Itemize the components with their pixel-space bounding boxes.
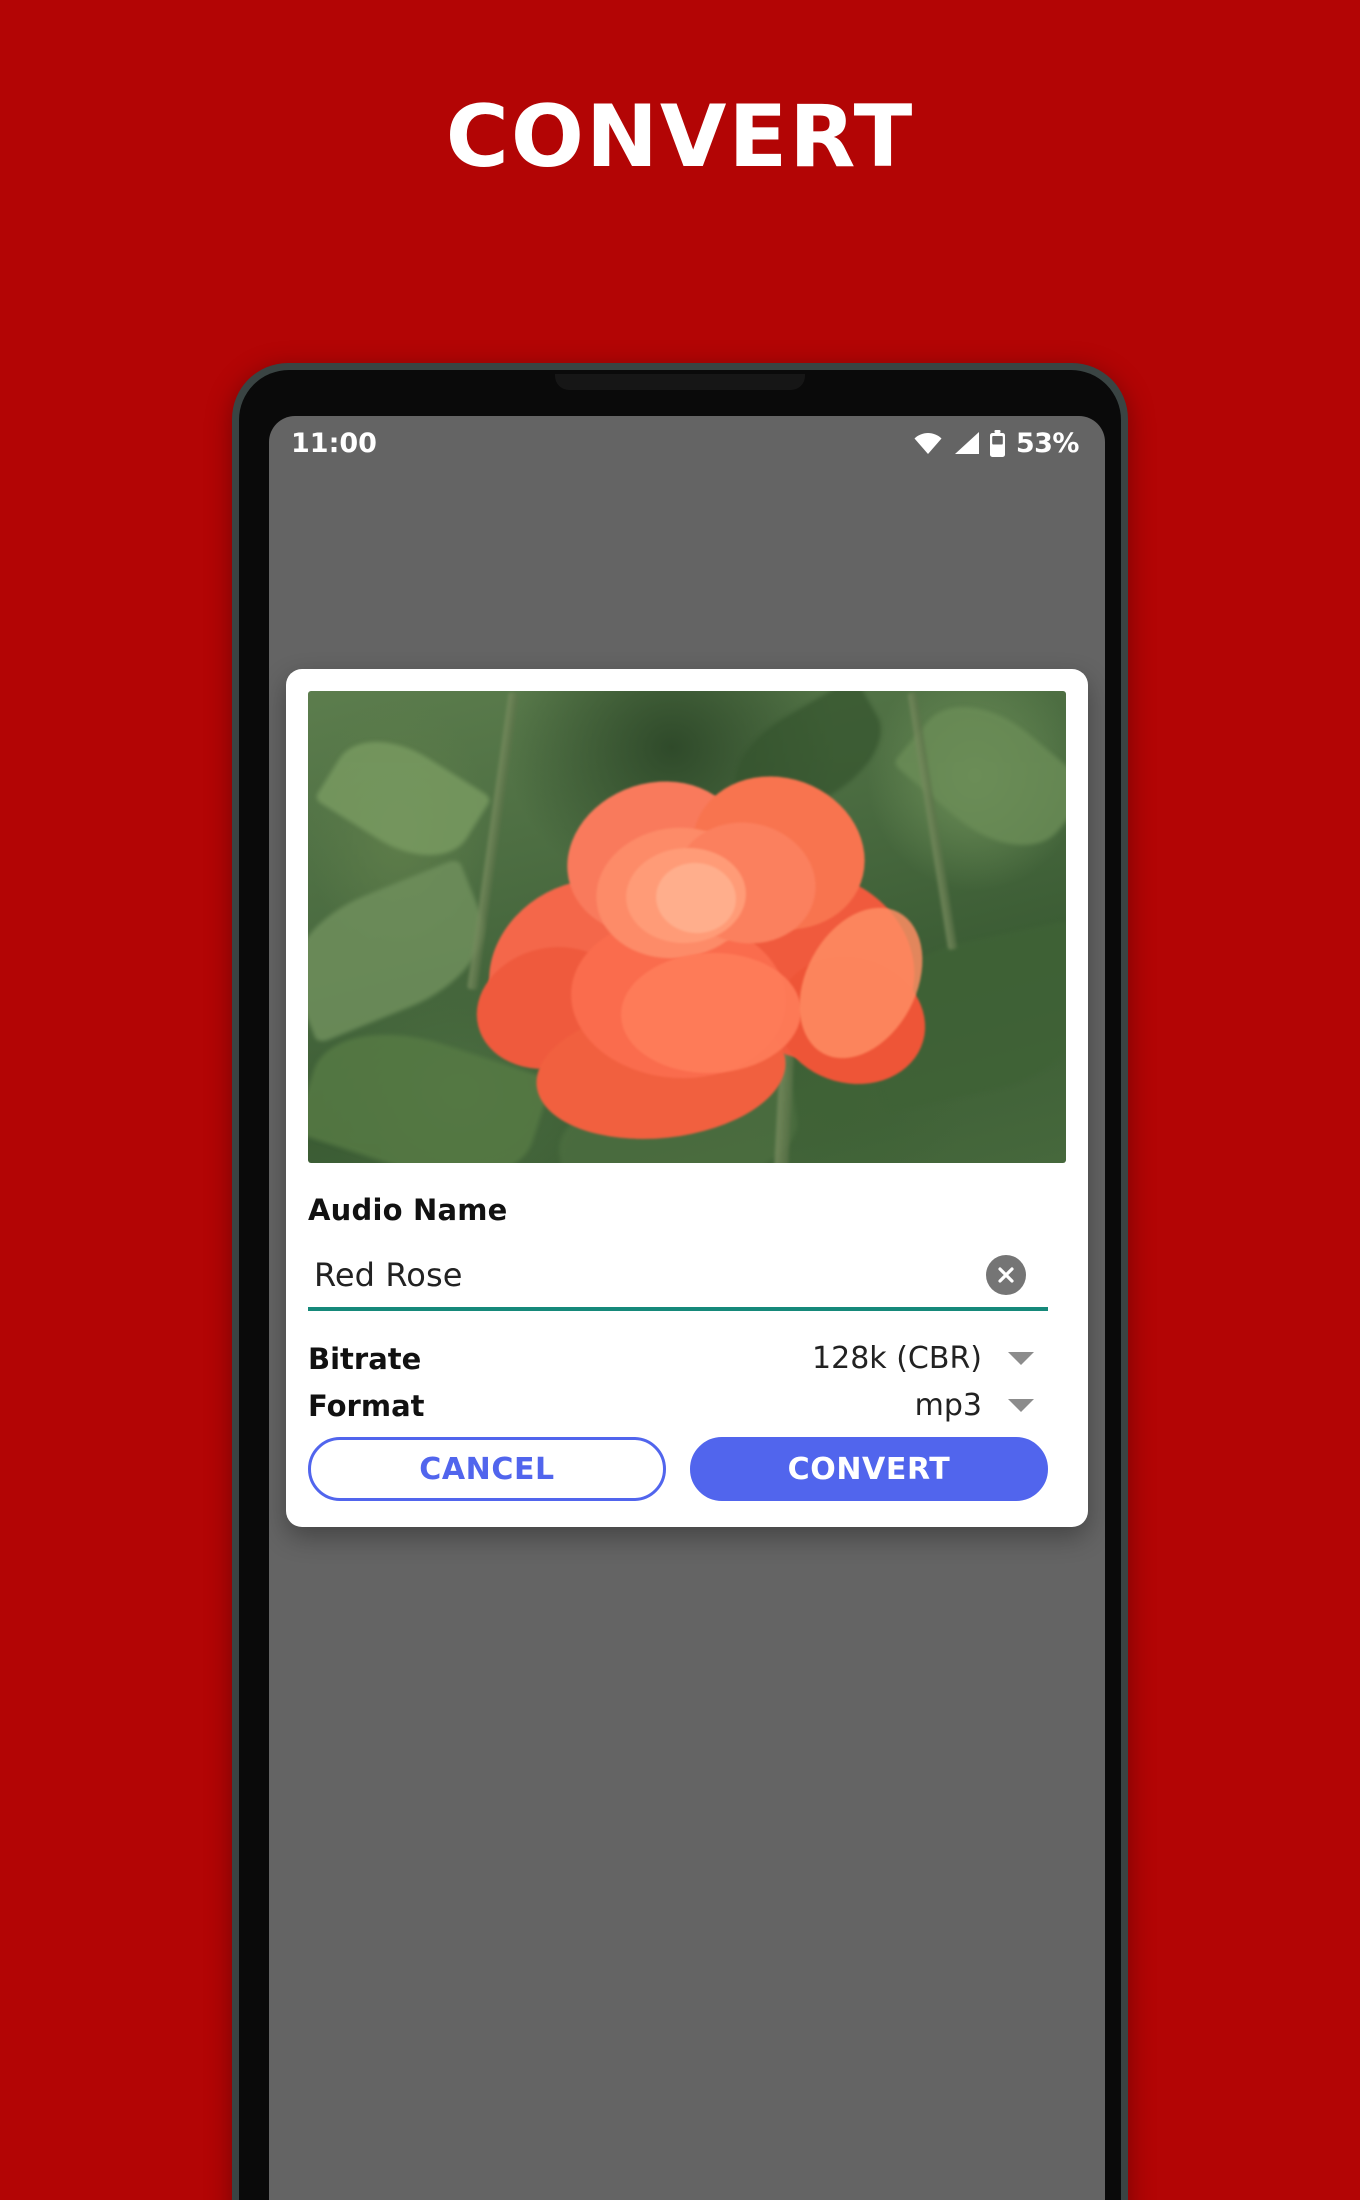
- bitrate-label: Bitrate: [308, 1341, 422, 1376]
- audio-name-label: Audio Name: [308, 1193, 508, 1227]
- format-label: Format: [308, 1388, 425, 1423]
- signal-icon: [954, 432, 979, 454]
- audio-name-value[interactable]: Red Rose: [314, 1256, 986, 1294]
- convert-button[interactable]: CONVERT: [690, 1437, 1048, 1501]
- convert-dialog: Audio Name Red Rose Bitrate 128k (CBR) F…: [286, 669, 1088, 1527]
- cancel-button[interactable]: CANCEL: [308, 1437, 666, 1501]
- bitrate-value[interactable]: 128k (CBR): [812, 1341, 982, 1376]
- phone-bezel: 11:00 53% Audio Name Red Rose Bitrate 12…: [239, 370, 1121, 2200]
- wifi-icon: [914, 433, 942, 454]
- status-bar: 11:00 53%: [269, 416, 1105, 470]
- format-value[interactable]: mp3: [915, 1388, 982, 1423]
- bitrate-select-row[interactable]: Bitrate 128k (CBR): [308, 1341, 1048, 1376]
- chevron-down-icon[interactable]: [1008, 1352, 1034, 1365]
- audio-name-input[interactable]: Red Rose: [308, 1249, 1048, 1311]
- page-title: CONVERT: [445, 87, 915, 187]
- status-bar-time: 11:00: [291, 427, 377, 459]
- format-select-row[interactable]: Format mp3: [308, 1388, 1048, 1423]
- chevron-down-icon[interactable]: [1008, 1399, 1034, 1412]
- rose-bloom: [457, 752, 948, 1151]
- status-bar-icons: 53%: [913, 427, 1080, 459]
- dialog-actions: CANCEL CONVERT: [308, 1437, 1048, 1501]
- phone-screen: 11:00 53% Audio Name Red Rose Bitrate 12…: [269, 416, 1105, 2200]
- battery-percent: 53%: [1015, 427, 1080, 459]
- phone-mockup: 11:00 53% Audio Name Red Rose Bitrate 12…: [232, 363, 1128, 2200]
- audio-thumbnail-image: [308, 691, 1066, 1163]
- battery-icon: [989, 429, 1005, 457]
- phone-notch: [555, 374, 805, 390]
- clear-x-icon[interactable]: [986, 1255, 1026, 1295]
